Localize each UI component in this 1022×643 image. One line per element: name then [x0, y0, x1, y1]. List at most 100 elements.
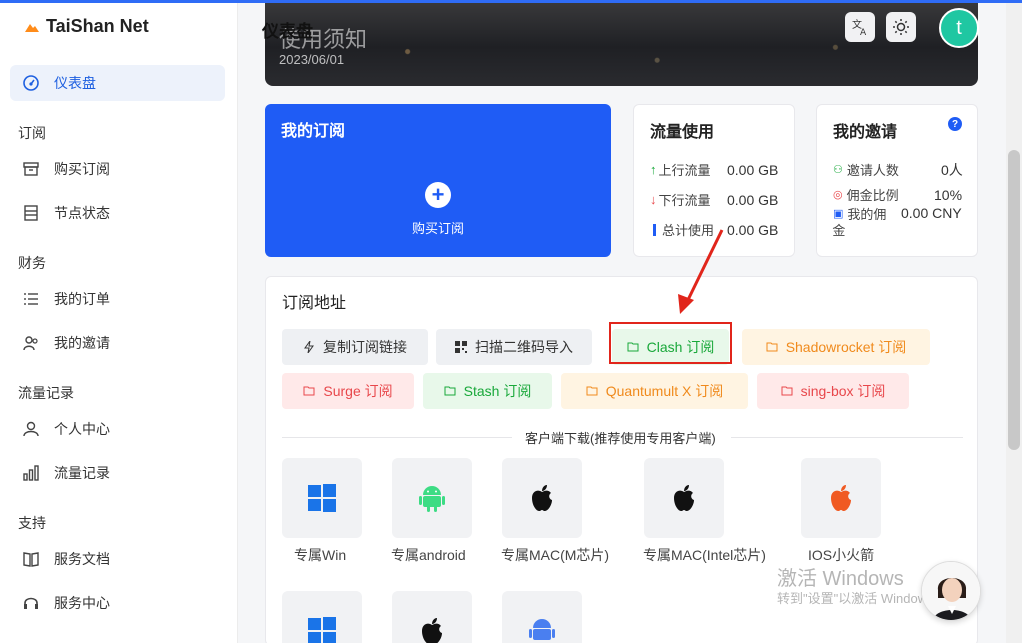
- button-label: Shadowrocket 订阅: [785, 339, 907, 355]
- download-label: 专属android: [391, 547, 466, 563]
- headset-icon: [24, 597, 38, 609]
- windows-activation-watermark: 激活 Windows: [777, 568, 904, 590]
- divider: [731, 437, 963, 438]
- row-value: 0.00 GB: [727, 221, 779, 238]
- row-label: 下行流量: [658, 193, 711, 208]
- card-title: 订阅地址: [282, 295, 347, 312]
- users-icon: [23, 336, 38, 351]
- sidebar-item-label: 仪表盘: [54, 75, 96, 91]
- page-title: 仪表盘: [262, 22, 313, 41]
- top-progress-line: [0, 0, 1022, 3]
- row-value: 0.00 GB: [727, 191, 779, 208]
- sidebar-item-traffic-log[interactable]: 流量记录: [22, 463, 110, 483]
- card-title: 流量使用: [650, 124, 715, 141]
- label-line: 金: [832, 223, 846, 238]
- annotation-arrow-icon: [678, 229, 724, 314]
- sidebar-item-profile[interactable]: 个人中心: [22, 419, 110, 439]
- traffic-row-download: ↓ 下行流量 0.00 GB: [650, 190, 778, 209]
- highlight-box: [609, 322, 732, 364]
- invite-row-commission: ▣ 我的佣 金 0.00 CNY: [832, 205, 961, 239]
- download-windows-tile[interactable]: [282, 458, 362, 538]
- surge-subscription-button[interactable]: Surge 订阅: [282, 373, 414, 409]
- folder-icon: [781, 386, 793, 396]
- sidebar-item-my-orders[interactable]: 我的订单: [22, 289, 110, 309]
- row-value: 0.00 CNY: [901, 205, 962, 221]
- brand[interactable]: TaiShan Net: [24, 16, 149, 37]
- copy-subscription-link-button[interactable]: 复制订阅链接: [282, 329, 428, 365]
- download-label: 专属Win: [294, 547, 347, 563]
- sidebar-item-buy-subscription[interactable]: 购买订阅: [22, 159, 110, 179]
- scrollbar-thumb[interactable]: [1008, 150, 1020, 450]
- invite-row-count: ⚇ 邀请人数 0人: [833, 160, 963, 179]
- download-windows-tile[interactable]: [282, 591, 362, 643]
- download-mac-intel-tile[interactable]: [644, 458, 724, 538]
- translate-button[interactable]: 文A: [845, 12, 875, 42]
- sidebar-item-dashboard[interactable]: 仪表盘: [10, 65, 225, 101]
- sidebar-section-title: 财务: [18, 255, 46, 271]
- bar-chart-icon: [23, 465, 39, 481]
- folder-icon: [303, 386, 315, 396]
- sidebar-item-label: 节点状态: [54, 205, 110, 221]
- sidebar-item-label: 购买订阅: [54, 161, 110, 177]
- sing-box-subscription-button[interactable]: sing-box 订阅: [757, 373, 909, 409]
- sidebar-item-label: 我的邀请: [54, 335, 110, 351]
- bar-icon: [653, 223, 656, 236]
- download-android-tile[interactable]: [392, 458, 472, 538]
- scan-qr-import-button[interactable]: 扫描二维码导入: [436, 329, 592, 365]
- row-value: 0人: [941, 161, 963, 178]
- box-icon: [23, 162, 39, 176]
- button-label: Surge 订阅: [323, 383, 393, 399]
- lightning-icon: [304, 341, 314, 353]
- agent-portrait-icon: [922, 562, 980, 620]
- buy-subscription-link[interactable]: 购买订阅: [265, 218, 611, 237]
- button-label: sing-box 订阅: [800, 383, 886, 399]
- traffic-row-upload: ↑ 上行流量 0.00 GB: [650, 160, 778, 179]
- download-mac-m-tile[interactable]: [502, 458, 582, 538]
- card-title: 我的邀请: [833, 124, 898, 141]
- invite-row-rate: ◎ 佣金比例 10%: [833, 185, 962, 204]
- sidebar-item-service-center[interactable]: 服务中心: [22, 593, 110, 613]
- shadowrocket-subscription-button[interactable]: Shadowrocket 订阅: [742, 329, 930, 365]
- row-label: 我的佣 金: [832, 207, 886, 239]
- my-invites-card: 我的邀请 ? ⚇ 邀请人数 0人 ◎ 佣金比例 10% ▣ 我的佣 金 0.00…: [816, 104, 978, 257]
- sidebar-section-title: 支持: [18, 515, 46, 531]
- svg-text:A: A: [860, 28, 867, 36]
- folder-icon: [444, 386, 456, 396]
- qr-code-icon: [455, 341, 467, 353]
- button-label: Quantumult X 订阅: [605, 383, 724, 399]
- folder-icon: [586, 386, 598, 396]
- brand-name: TaiShan Net: [46, 16, 149, 36]
- arrow-up-icon: ↑: [650, 162, 657, 177]
- row-label: 上行流量: [658, 163, 711, 178]
- stash-subscription-button[interactable]: Stash 订阅: [423, 373, 552, 409]
- book-icon: [23, 552, 39, 567]
- sidebar-item-label: 个人中心: [54, 421, 110, 437]
- button-label: 扫描二维码导入: [475, 339, 573, 355]
- button-label: 复制订阅链接: [323, 339, 407, 355]
- download-ios-shadowrocket-tile[interactable]: [801, 458, 881, 538]
- row-label: 佣金比例: [846, 188, 899, 203]
- sidebar-item-docs[interactable]: 服务文档: [22, 549, 110, 569]
- sidebar-item-node-status[interactable]: 节点状态: [22, 203, 110, 223]
- sidebar-item-label: 服务中心: [54, 595, 110, 611]
- android-icon: [419, 486, 445, 512]
- folder-icon: [766, 342, 778, 352]
- card-title: 我的订阅: [281, 123, 346, 140]
- avatar[interactable]: t: [939, 8, 979, 48]
- help-icon[interactable]: ?: [948, 117, 962, 131]
- download-mac-tile[interactable]: [392, 591, 472, 643]
- theme-toggle-button[interactable]: [886, 12, 916, 42]
- sidebar-item-my-invites[interactable]: 我的邀请: [22, 333, 110, 353]
- windows-icon: [308, 617, 336, 643]
- translate-icon: 文A: [852, 18, 867, 36]
- apple-icon: [422, 618, 442, 643]
- customer-service-avatar[interactable]: [921, 561, 981, 621]
- download-android-tile[interactable]: [502, 591, 582, 643]
- arrow-down-icon: ↓: [650, 192, 657, 207]
- row-label: 邀请人数: [846, 163, 899, 178]
- sidebar-section-title: 流量记录: [18, 385, 74, 401]
- monitor-icon: ▣: [833, 208, 844, 220]
- row-value: 0.00 GB: [727, 161, 779, 178]
- quantumult-x-subscription-button[interactable]: Quantumult X 订阅: [561, 373, 748, 409]
- plus-circle-icon[interactable]: +: [425, 182, 451, 208]
